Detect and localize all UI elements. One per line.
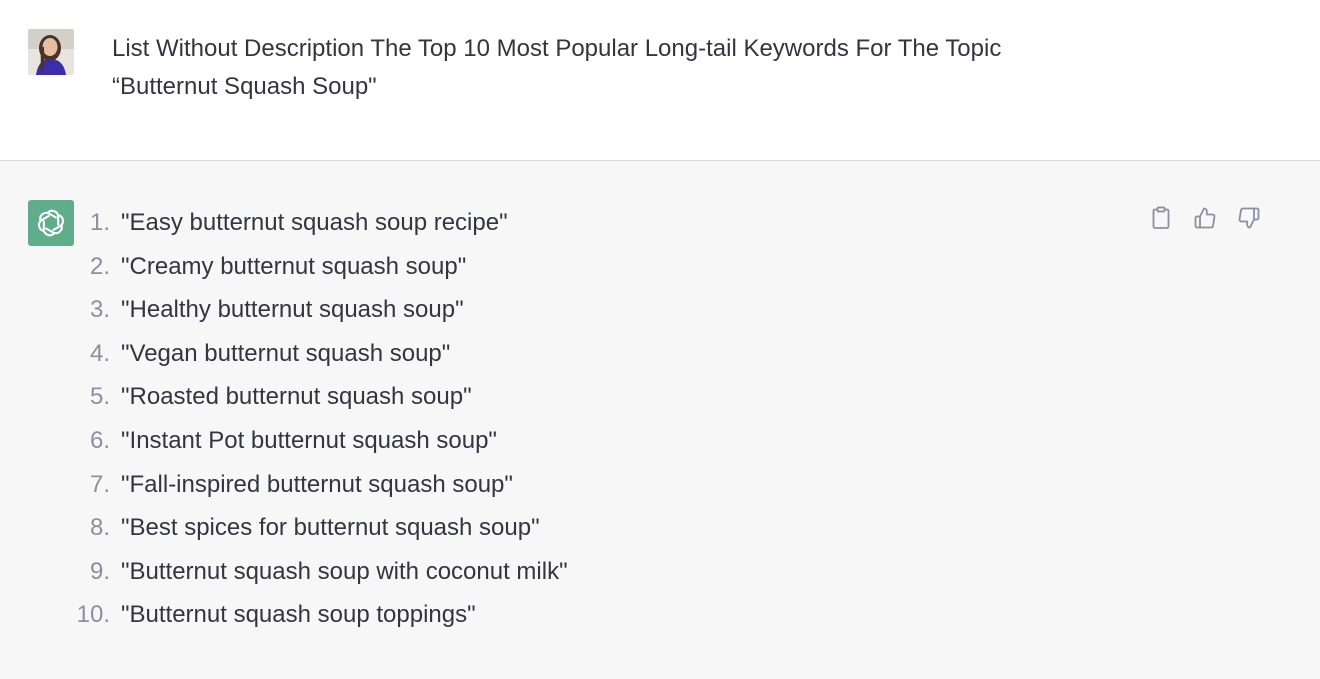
copy-button[interactable] [1148,205,1174,231]
user-message: List Without Description The Top 10 Most… [0,0,1320,161]
message-actions [1148,205,1262,231]
user-avatar [28,29,74,75]
list-item-text: "Instant Pot butternut squash soup" [121,426,497,454]
list-item-text: "Healthy butternut squash soup" [121,296,464,324]
list-item-number: 1. [89,209,110,236]
list-item-text: "Fall-inspired butternut squash soup" [121,470,513,498]
assistant-message: 1. "Easy butternut squash soup recipe" 2.… [0,161,1320,679]
list-item-text: "Vegan butternut squash soup" [121,339,451,367]
user-message-text: List Without Description The Top 10 Most… [112,30,1112,106]
user-message-line-1: List Without Description The Top 10 Most… [112,35,1002,62]
list-item-text: "Best spices for butternut squash soup" [121,514,540,542]
list-item-number: 2. [89,252,110,280]
list-item-text: "Butternut squash soup toppings" [121,601,476,629]
clipboard-icon [1152,206,1170,229]
list-item-text: "Roasted butternut squash soup" [121,383,472,411]
thumbs-up-button[interactable] [1192,205,1218,231]
list-item-text: "Butternut squash soup with coconut milk… [121,557,568,585]
list-item-number: 9. [89,557,110,585]
list-item-text: "Creamy butternut squash soup" [121,252,467,280]
thumbs-down-button[interactable] [1236,205,1262,231]
list-item-number: 4. [89,339,110,367]
user-message-line-2: “Butternut Squash Soup" [112,73,377,100]
thumbs-up-icon [1194,207,1216,229]
list-item-number: 3. [89,296,110,324]
list-item-text: "Easy butternut squash soup recipe" [121,209,508,236]
list-item-number: 10. [76,601,110,629]
list-item-number: 5. [89,383,110,411]
list-item-number: 8. [89,514,110,542]
list-item-number: 6. [89,426,110,454]
thumbs-down-icon [1238,207,1260,229]
list-item-number: 7. [89,470,110,498]
